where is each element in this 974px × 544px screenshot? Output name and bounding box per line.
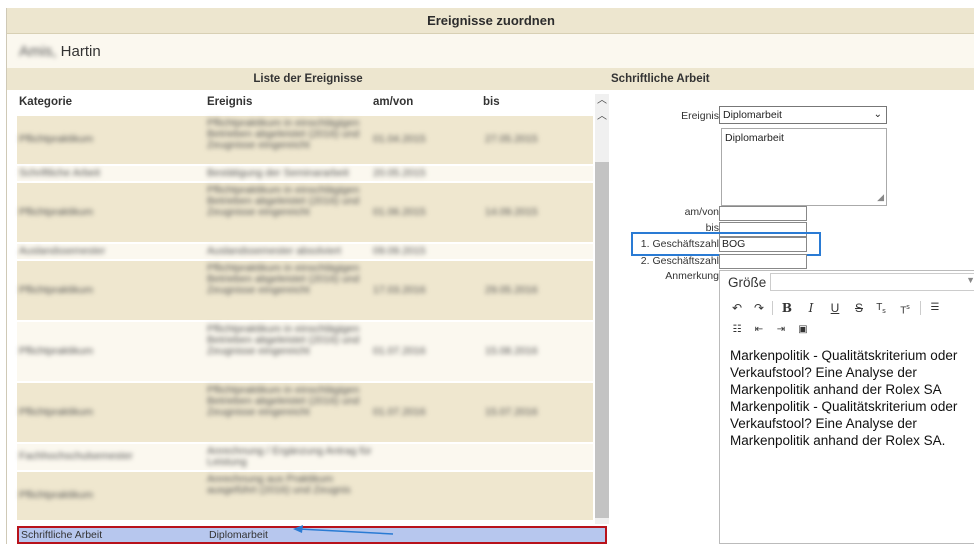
column-header-bis[interactable]: bis [483,96,500,108]
toolbar-separator [772,301,773,315]
table-cell-von: 01.06.2015 [373,206,426,218]
geschaeftszahl-1-input[interactable]: BOG [719,237,807,252]
table-cell-von: 09.09.2015 [373,245,426,257]
underline-icon[interactable]: U [826,299,844,317]
ereignis-textarea-text: Diplomarbeit [725,132,784,144]
table-cell-ereignis: Pflichtpraktikum in einschlägigen Betrie… [207,263,360,296]
chevron-down-icon: ⌄ [873,109,882,120]
label-geschaeftszahl-1: 1. Geschäftszahl [640,238,719,250]
scroll-up-small-icon[interactable]: ︿ [595,110,609,124]
table-row[interactable]: Pflichtpraktikum Pflichtpraktikum in eins… [17,322,593,381]
event-list-header: Liste der Ereignisse [7,68,609,90]
insert-template-icon[interactable]: ▣ [794,321,812,339]
person-bar: Amis, Hartin [7,34,974,68]
table-row[interactable]: Pflichtpraktikum Pflichtpraktikum in eins… [17,116,593,164]
anmerkung-editor[interactable]: Größe ▼ ↶ ↷ B I U S Ts Ts ☰ ☷ ⇤ ⇥ ▣ Mark… [719,270,974,544]
editor-content[interactable]: Markenpolitik - Qualitätskriterium oder … [730,347,974,449]
editor-toolbar: ↶ ↷ B I U S Ts Ts ☰ ☷ ⇤ ⇥ ▣ [726,297,974,339]
font-size-select[interactable]: ▼ [770,273,974,291]
selected-kategorie: Schriftliche Arbeit [21,529,103,541]
table-cell-kategorie: Pflichtpraktikum [19,284,94,296]
table-cell-kategorie: Auslandssemester [19,245,106,257]
table-cell-bis: 14.09.2015 [485,206,538,218]
strikethrough-icon[interactable]: S [850,299,868,317]
table-cell-bis: 15.08.2016 [485,345,538,357]
table-cell-von: 01.04.2015 [373,133,426,145]
label-anmerkung: Anmerkung [665,270,719,282]
table-cell-von: 20.05.2015 [373,167,426,179]
person-name-blurred: Amis, [19,43,61,60]
ereignis-select-value: Diplomarbeit [723,109,782,121]
table-row[interactable]: Pflichtpraktikum Pflichtpraktikum in eins… [17,183,593,242]
table-cell-von: 01.07.2016 [373,406,426,418]
table-row[interactable]: Fachhochschulsemester Anrechnung / Ergänz… [17,444,593,470]
person-name-visible: Hartin [60,43,101,60]
label-am-von: am/von [684,206,719,218]
table-cell-kategorie: Pflichtpraktikum [19,206,94,218]
scroll-thumb[interactable] [595,162,609,518]
superscript-icon[interactable]: Ts [896,299,914,317]
column-header-ereignis[interactable]: Ereignis [207,96,252,108]
undo-icon[interactable]: ↶ [728,299,746,317]
table-row[interactable]: Auslandssemester Auslandssemester absolvi… [17,244,593,259]
table-cell-bis: 29.05.2016 [485,284,538,296]
resize-handle-icon[interactable]: ◢ [877,192,884,203]
subscript-icon[interactable]: Ts [872,299,890,317]
font-size-label: Größe [728,275,767,290]
table-cell-kategorie: Fachhochschulsemester [19,450,133,462]
label-geschaeftszahl-2: 2. Geschäftszahl [640,255,719,267]
event-list: Kategorie Ereignis am/von bis Pflichtpra… [17,90,609,544]
table-cell-bis: 27.05.2015 [485,133,538,145]
table-cell-kategorie: Pflichtpraktikum [19,345,94,357]
label-ereignis: Ereignis [681,110,719,122]
table-cell-ereignis: Anrechnung aus Praktikum ausgeführt (201… [207,474,351,496]
table-cell-von: 01.07.2016 [373,345,426,357]
table-cell-ereignis: Anrechnung / Ergänzung Antrag für Leistu… [207,446,372,468]
ereignis-textarea[interactable]: Diplomarbeit ◢ [721,128,887,206]
chevron-down-icon: ▼ [966,275,974,285]
list-scrollbar[interactable]: ︿ ︿ [595,94,609,524]
ordered-list-icon[interactable]: ☰ [926,299,944,317]
table-cell-ereignis: Bestätigung der Seminararbeit [207,168,349,179]
bold-icon[interactable]: B [778,299,796,317]
table-cell-kategorie: Pflichtpraktikum [19,133,94,145]
written-work-form: Ereignis Diplomarbeit ⌄ Diplomarbeit ◢ a… [609,90,974,544]
ereignis-select[interactable]: Diplomarbeit ⌄ [719,106,887,124]
person-name: Amis, Hartin [19,43,101,60]
selected-ereignis: Diplomarbeit [209,529,268,541]
redo-icon[interactable]: ↷ [750,299,768,317]
table-cell-ereignis: Pflichtpraktikum in einschlägigen Betrie… [207,324,360,357]
annotation-arrow-icon [293,525,394,535]
indent-icon[interactable]: ⇥ [772,321,790,339]
column-header-am-von[interactable]: am/von [373,96,413,108]
table-cell-ereignis: Pflichtpraktikum in einschlägigen Betrie… [207,385,360,418]
column-header-kategorie[interactable]: Kategorie [19,96,72,108]
scroll-up-icon[interactable]: ︿ [595,94,609,108]
table-row[interactable]: Schriftliche Arbeit Bestätigung der Semin… [17,166,593,181]
table-cell-ereignis: Pflichtpraktikum in einschlägigen Betrie… [207,118,360,151]
outdent-icon[interactable]: ⇤ [750,321,768,339]
table-cell-ereignis: Auslandssemester absolviert [207,246,342,257]
table-row[interactable]: Pflichtpraktikum Pflichtpraktikum in eins… [17,383,593,442]
table-cell-bis: 15.07.2016 [485,406,538,418]
unordered-list-icon[interactable]: ☷ [728,321,746,339]
assign-events-window: Ereignisse zuordnen Amis, Hartin Liste d… [6,8,974,544]
toolbar-separator [920,301,921,315]
am-von-input[interactable] [719,206,807,221]
table-row[interactable]: Pflichtpraktikum Anrechnung aus Praktikum… [17,472,593,520]
written-work-header: Schriftliche Arbeit [609,68,974,90]
table-cell-kategorie: Schriftliche Arbeit [19,167,101,179]
window-title: Ereignisse zuordnen [7,8,974,34]
table-cell-kategorie: Pflichtpraktikum [19,406,94,418]
table-cell-von: 17.03.2016 [373,284,426,296]
italic-icon[interactable]: I [802,299,820,317]
table-cell-kategorie: Pflichtpraktikum [19,489,94,501]
table-cell-ereignis: Pflichtpraktikum in einschlägigen Betrie… [207,185,360,218]
table-row[interactable]: Pflichtpraktikum Pflichtpraktikum in eins… [17,261,593,320]
geschaeftszahl-2-input[interactable] [719,254,807,269]
